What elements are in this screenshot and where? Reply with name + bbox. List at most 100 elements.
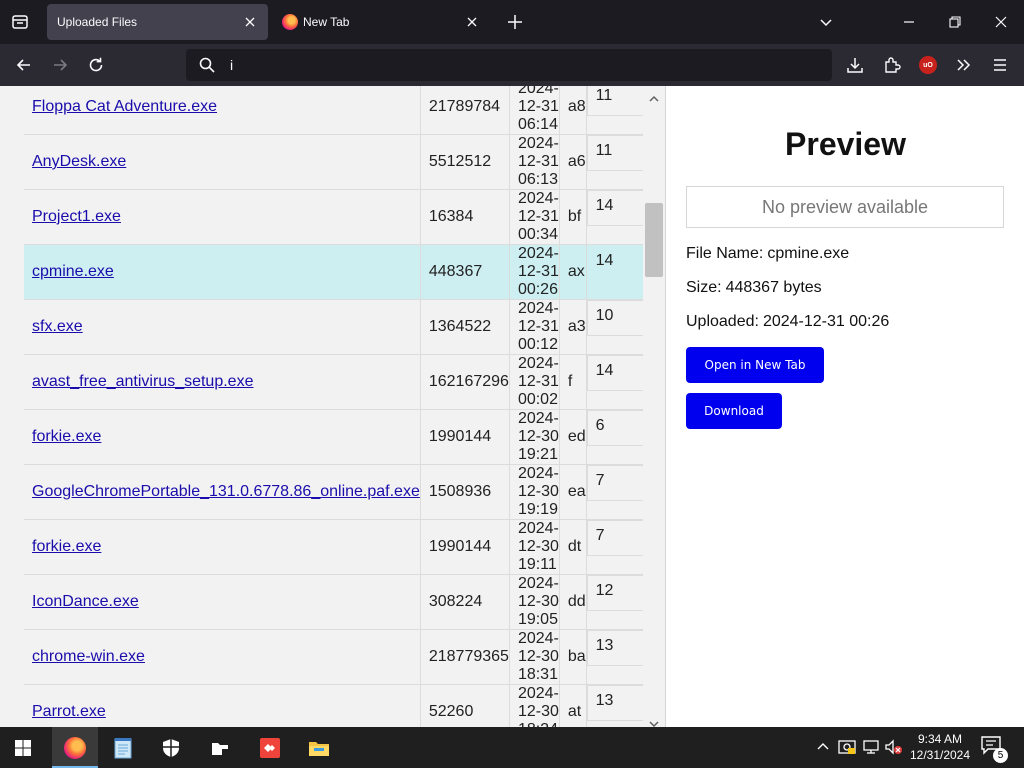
file-name-value: cpmine.exe	[767, 245, 850, 262]
tab-bar: Uploaded Files New Tab	[0, 0, 1024, 44]
taskbar-notepad[interactable]	[100, 727, 146, 768]
close-window-button[interactable]	[989, 10, 1013, 34]
close-tab-icon[interactable]	[242, 14, 258, 30]
taskbar-folder[interactable]	[296, 727, 342, 768]
file-code-cell: ax	[559, 244, 587, 300]
close-tab-icon[interactable]	[464, 14, 480, 30]
taskbar-firefox[interactable]	[52, 727, 98, 768]
volume-muted-icon[interactable]	[884, 739, 904, 755]
table-row[interactable]: Project1.exe 16384 2024-12-31 00:34 bf 14	[24, 189, 665, 245]
file-size-cell: 16384	[420, 189, 510, 245]
table-row[interactable]: IconDance.exe 308224 2024-12-30 19:05 dd 12	[24, 574, 665, 630]
file-link[interactable]: forkie.exe	[32, 538, 101, 555]
table-row[interactable]: avast_free_antivirus_setup.exe 162167296 2…	[24, 354, 665, 410]
file-link[interactable]: Project1.exe	[32, 208, 121, 225]
file-link[interactable]: cpmine.exe	[32, 263, 114, 280]
download-button[interactable]: Download	[686, 393, 782, 429]
shield-icon	[163, 738, 179, 757]
overflow-menu-button[interactable]	[950, 52, 978, 78]
table-row[interactable]: AnyDesk.exe 5512512 2024-12-31 06:13 a6 11	[24, 134, 665, 190]
file-size-cell: 162167296	[420, 354, 510, 410]
table-row[interactable]: chrome-win.exe 218779365 2024-12-30 18:31 b…	[24, 629, 665, 685]
start-button[interactable]	[0, 727, 46, 768]
file-link[interactable]: Parrot.exe	[32, 703, 106, 720]
open-in-new-tab-button[interactable]: Open in New Tab	[686, 347, 824, 383]
minimize-button[interactable]	[897, 10, 921, 34]
downloads-button[interactable]	[841, 52, 869, 78]
file-size-cell: 448367	[420, 244, 510, 300]
system-clock[interactable]: 9:34 AM 12/31/2024	[905, 731, 975, 763]
back-button[interactable]	[10, 52, 38, 78]
table-row[interactable]: Parrot.exe522602024-12-30 18:24at13	[24, 684, 665, 727]
scroll-down-icon[interactable]	[648, 720, 660, 727]
file-date-cell: 2024-12-31 06:14	[509, 86, 560, 135]
file-date-cell: 2024-12-30 18:31	[509, 629, 560, 685]
file-date-cell: 2024-12-31 00:02	[509, 354, 560, 410]
firefox-icon	[282, 14, 298, 30]
file-code-cell: at	[559, 684, 587, 727]
scroll-thumb[interactable]	[645, 203, 663, 277]
file-name-info: File Name: cpmine.exe	[686, 245, 849, 263]
scrollbar[interactable]	[643, 86, 665, 727]
address-bar[interactable]	[186, 49, 832, 81]
taskbar: 9:34 AM 12/31/2024 5	[0, 727, 1024, 768]
reload-button[interactable]	[82, 52, 110, 78]
table-row[interactable]: GoogleChromePortable_131.0.6778.86_onlin…	[24, 464, 665, 520]
folder-icon	[309, 741, 329, 756]
size-value: 448367 bytes	[725, 279, 822, 296]
file-date-cell: 2024-12-30 19:11	[509, 519, 560, 575]
address-input[interactable]	[230, 55, 810, 75]
chevron-down-icon	[820, 19, 832, 27]
table-row[interactable]: forkie.exe 1990144 2024-12-30 19:11 dt 7	[24, 519, 665, 575]
size-info: Size: 448367 bytes	[686, 279, 822, 297]
forward-button[interactable]	[46, 52, 74, 78]
file-code-cell: ba	[559, 629, 587, 685]
firefox-view-button[interactable]	[6, 8, 34, 36]
file-link[interactable]: forkie.exe	[32, 428, 101, 445]
ublock-origin-button[interactable]: uO	[914, 52, 942, 78]
table-row[interactable]: forkie.exe 1990144 2024-12-30 19:21 ed 6	[24, 409, 665, 465]
system-tray-app-icon[interactable]	[838, 739, 856, 755]
tab-uploaded-files[interactable]: Uploaded Files	[47, 4, 268, 40]
file-size-cell: 218779365	[420, 629, 510, 685]
file-date-cell: 2024-12-31 00:12	[509, 299, 560, 355]
app-menu-button[interactable]	[986, 52, 1014, 78]
uploaded-info: Uploaded: 2024-12-31 00:26	[686, 313, 889, 331]
file-code-cell: a3	[559, 299, 587, 355]
file-code-cell: a8	[559, 86, 587, 135]
taskbar-explorer[interactable]	[197, 727, 243, 768]
extensions-button[interactable]	[878, 52, 906, 78]
notification-center-button[interactable]: 5	[980, 735, 1008, 763]
table-row[interactable]: Floppa Cat Adventure.exe 21789784 2024-12-…	[24, 86, 665, 135]
new-tab-button[interactable]	[504, 11, 526, 33]
restore-button[interactable]	[943, 10, 967, 34]
file-size-cell: 1990144	[420, 409, 510, 465]
file-link[interactable]: AnyDesk.exe	[32, 153, 126, 170]
table-row[interactable]: sfx.exe 1364522 2024-12-31 00:12 a3 10	[24, 299, 665, 355]
file-link[interactable]: sfx.exe	[32, 318, 83, 335]
scroll-up-icon[interactable]	[648, 95, 660, 103]
taskbar-security[interactable]	[148, 727, 194, 768]
file-link[interactable]: avast_free_antivirus_setup.exe	[32, 373, 253, 390]
restore-icon	[949, 16, 961, 28]
file-link[interactable]: IconDance.exe	[32, 593, 139, 610]
firefox-view-icon	[12, 15, 28, 29]
file-link[interactable]: chrome-win.exe	[32, 648, 145, 665]
table-row[interactable]: cpmine.exe 448367 2024-12-31 00:26 ax 14	[24, 244, 665, 300]
puzzle-icon	[885, 57, 901, 73]
show-hidden-icons-chevron-icon[interactable]	[816, 739, 830, 753]
file-link[interactable]: Floppa Cat Adventure.exe	[32, 98, 217, 115]
taskbar-anydesk[interactable]	[247, 727, 293, 768]
arrow-left-icon	[16, 59, 30, 71]
file-code-cell: dd	[559, 574, 587, 630]
file-code-cell: f	[559, 354, 587, 410]
file-name-cell: AnyDesk.exe	[24, 134, 421, 190]
file-date-cell: 2024-12-30 19:05	[509, 574, 560, 630]
file-code-cell: a6	[559, 134, 587, 190]
file-date-cell: 2024-12-30 19:19	[509, 464, 560, 520]
network-icon[interactable]	[862, 739, 880, 755]
tab-new-tab[interactable]: New Tab	[272, 4, 490, 40]
file-name-cell: avast_free_antivirus_setup.exe	[24, 354, 421, 410]
file-link[interactable]: GoogleChromePortable_131.0.6778.86_onlin…	[32, 483, 420, 500]
list-all-tabs-button[interactable]	[814, 10, 838, 34]
